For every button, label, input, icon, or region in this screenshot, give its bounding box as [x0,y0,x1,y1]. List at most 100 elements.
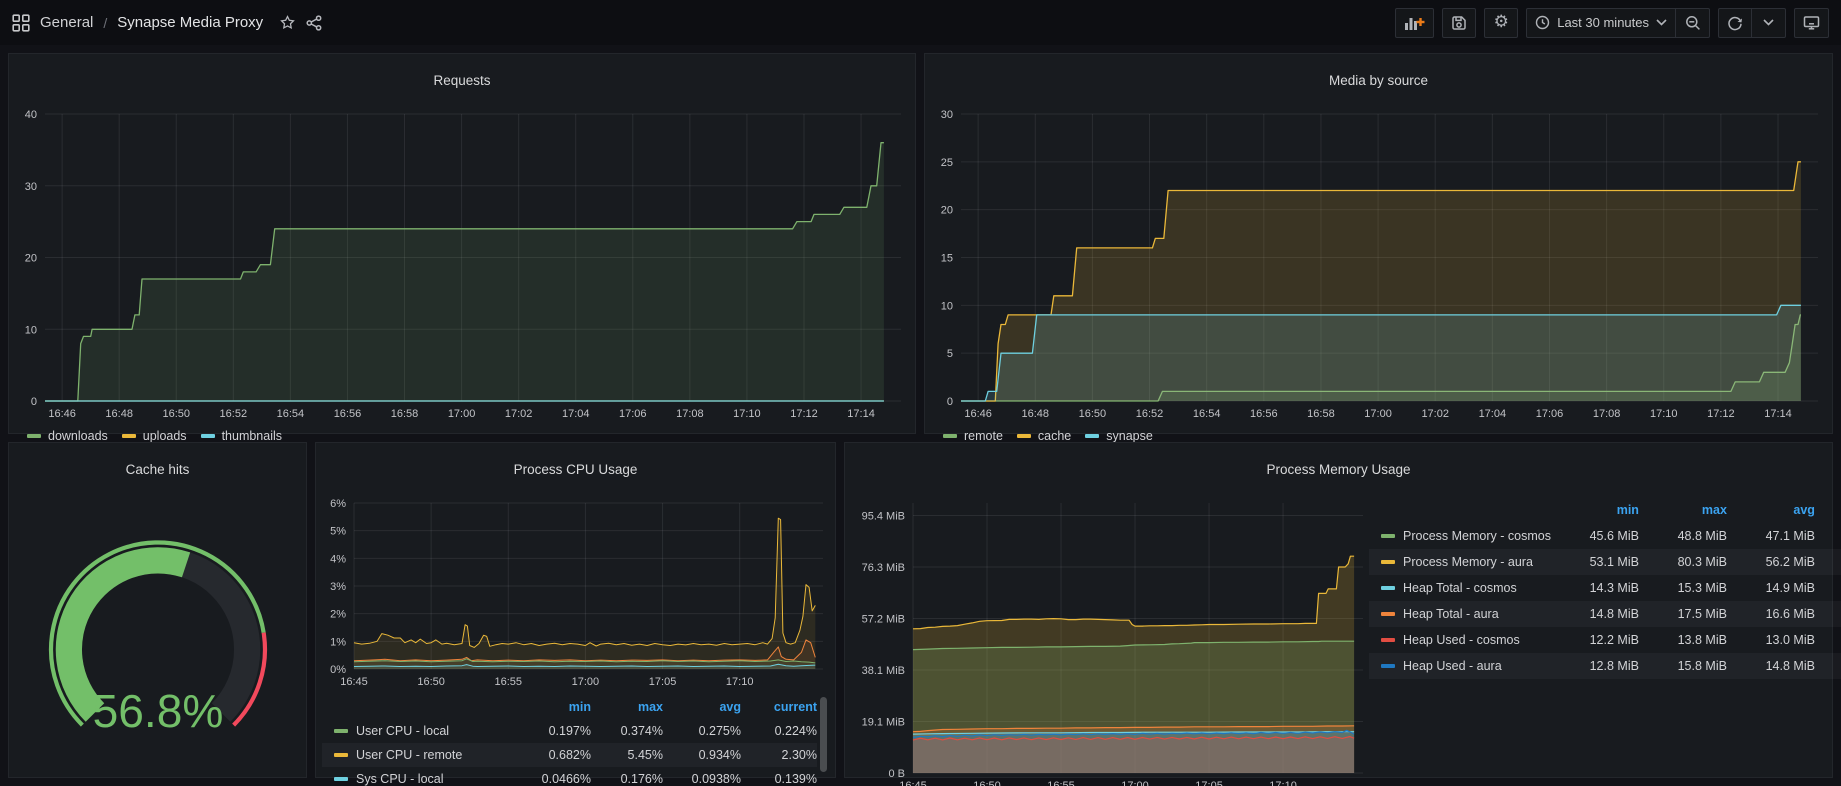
panel-title-requests[interactable]: Requests [9,65,915,95]
panel-requests: Requests 16:4616:4816:5016:5216:5416:561… [8,53,916,434]
legend-stat-value: 0.934% [663,743,741,767]
svg-text:5: 5 [947,349,953,361]
legend-series-name[interactable]: User CPU - local [322,719,519,743]
svg-text:17:12: 17:12 [1707,408,1735,420]
legend-stat-value: 0.0938% [663,767,741,786]
svg-text:17:08: 17:08 [1593,408,1621,420]
legend-column-header-current[interactable]: current [741,695,817,719]
legend-swatch [334,753,348,757]
legend-swatch [122,434,136,438]
panel-title-media-by-source[interactable]: Media by source [925,65,1832,95]
svg-text:17:10: 17:10 [1269,780,1297,786]
legend-series-name[interactable]: Heap Used - cosmos [1369,627,1551,653]
process-memory-chart[interactable]: 16:4516:5016:5517:0017:0517:100 B19.1 Mi… [845,495,1369,786]
legend-swatch [1381,664,1395,668]
svg-text:17:02: 17:02 [1421,408,1449,420]
svg-text:16:46: 16:46 [964,408,992,420]
requests-chart[interactable]: 16:4616:4816:5016:5216:5416:5616:5817:00… [9,106,915,423]
legend-stat-value: 13.8 MiB [1639,627,1727,653]
svg-text:16:45: 16:45 [340,676,368,688]
svg-text:17:10: 17:10 [726,676,754,688]
monitor-icon [1803,15,1820,31]
legend-stat-value: 80.3 MiB [1639,549,1727,575]
legend-column-header-current[interactable]: current [1815,497,1841,523]
media-by-source-chart[interactable]: 16:4616:4816:5016:5216:5416:5616:5817:00… [925,106,1832,423]
svg-text:17:04: 17:04 [1479,408,1507,420]
svg-text:16:54: 16:54 [1193,408,1221,420]
apps-grid-icon[interactable] [12,14,30,32]
legend-column-header-min[interactable]: min [1551,497,1639,523]
legend-series-name[interactable]: Heap Used - aura [1369,653,1551,679]
legend-label: Heap Used - cosmos [1403,633,1520,647]
svg-text:3%: 3% [330,581,346,593]
legend-stat-value: 15.3 MiB [1639,575,1727,601]
legend-label: User CPU - local [356,724,449,738]
legend-column-header-max[interactable]: max [591,695,663,719]
svg-text:0%: 0% [330,664,346,676]
time-range-label: Last 30 minutes [1557,15,1649,30]
dashboard-settings-button[interactable]: ⚙ [1484,8,1518,38]
legend-stat-value: 2.30% [741,743,817,767]
kiosk-mode-button[interactable] [1794,8,1829,38]
legend-label: Sys CPU - local [356,772,444,786]
top-nav: General / Synapse Media Proxy [0,0,1841,45]
gear-icon: ⚙ [1494,14,1509,31]
legend-swatch [943,434,957,438]
svg-text:17:14: 17:14 [1764,408,1792,420]
svg-text:5%: 5% [330,526,346,538]
legend-stat-value: 15.8 MiB [1639,653,1727,679]
svg-text:76.3 MiB: 76.3 MiB [862,562,905,574]
refresh-icon [1727,15,1743,31]
chevron-down-icon [1763,19,1774,26]
legend-stat-value: 0.197% [519,719,591,743]
save-dashboard-button[interactable] [1442,8,1476,38]
legend-stat-value: 13.0 MiB [1727,627,1815,653]
legend-header-spacer [322,695,519,719]
legend-header-spacer [1369,497,1551,523]
breadcrumb-separator: / [103,15,107,31]
legend-column-header-avg[interactable]: avg [663,695,741,719]
legend-stat-value: 48.8 MiB [1815,523,1841,549]
legend-column-header-min[interactable]: min [519,695,591,719]
legend-stat-value: 12.8 MiB [1551,653,1639,679]
legend-series-name[interactable]: Sys CPU - local [322,767,519,786]
svg-text:16:45: 16:45 [899,780,927,786]
gauge-value-text: 56.8% [92,685,223,737]
star-icon[interactable] [279,14,296,31]
time-range-picker[interactable]: Last 30 minutes [1526,8,1676,38]
legend-series-name[interactable]: User CPU - remote [322,743,519,767]
breadcrumb-folder[interactable]: General [40,14,93,31]
cache-hits-gauge: 56.8% [9,495,306,783]
svg-text:1%: 1% [330,637,346,649]
share-icon[interactable] [306,15,322,31]
panel-title-process-memory[interactable]: Process Memory Usage [845,454,1832,484]
breadcrumb: General / Synapse Media Proxy [40,14,263,31]
legend-series-name[interactable]: Heap Total - cosmos [1369,575,1551,601]
legend-series-name[interactable]: Process Memory - cosmos [1369,523,1551,549]
svg-text:17:14: 17:14 [847,408,875,420]
panel-title-cache-hits[interactable]: Cache hits [9,454,306,484]
legend-series-name[interactable]: Heap Total - aura [1369,601,1551,627]
legend-stat-value: 12.9 MiB [1815,627,1841,653]
legend-scrollbar[interactable] [820,697,827,772]
panel-title-process-cpu[interactable]: Process CPU Usage [316,454,835,484]
legend-label: Process Memory - cosmos [1403,529,1551,543]
add-panel-button[interactable] [1395,8,1434,38]
legend-label: Heap Total - cosmos [1403,581,1517,595]
time-picker-group: Last 30 minutes [1526,8,1710,38]
legend-column-header-max[interactable]: max [1639,497,1727,523]
legend-swatch [1085,434,1099,438]
svg-text:16:56: 16:56 [334,408,362,420]
refresh-interval-dropdown[interactable] [1752,8,1786,38]
legend-stat-value: 48.8 MiB [1639,523,1727,549]
legend-series-name[interactable]: Process Memory - aura [1369,549,1551,575]
breadcrumb-dashboard-title[interactable]: Synapse Media Proxy [117,14,263,31]
time-zoom-out-button[interactable] [1676,8,1710,38]
legend-swatch [1381,612,1395,616]
process-cpu-chart[interactable]: 16:4516:5016:5517:0017:0517:100%1%2%3%4%… [316,495,835,691]
refresh-button[interactable] [1718,8,1752,38]
svg-text:17:00: 17:00 [448,408,476,420]
legend-column-header-avg[interactable]: avg [1727,497,1815,523]
svg-text:17:04: 17:04 [562,408,590,420]
legend-stat-value: 12.2 MiB [1551,627,1639,653]
